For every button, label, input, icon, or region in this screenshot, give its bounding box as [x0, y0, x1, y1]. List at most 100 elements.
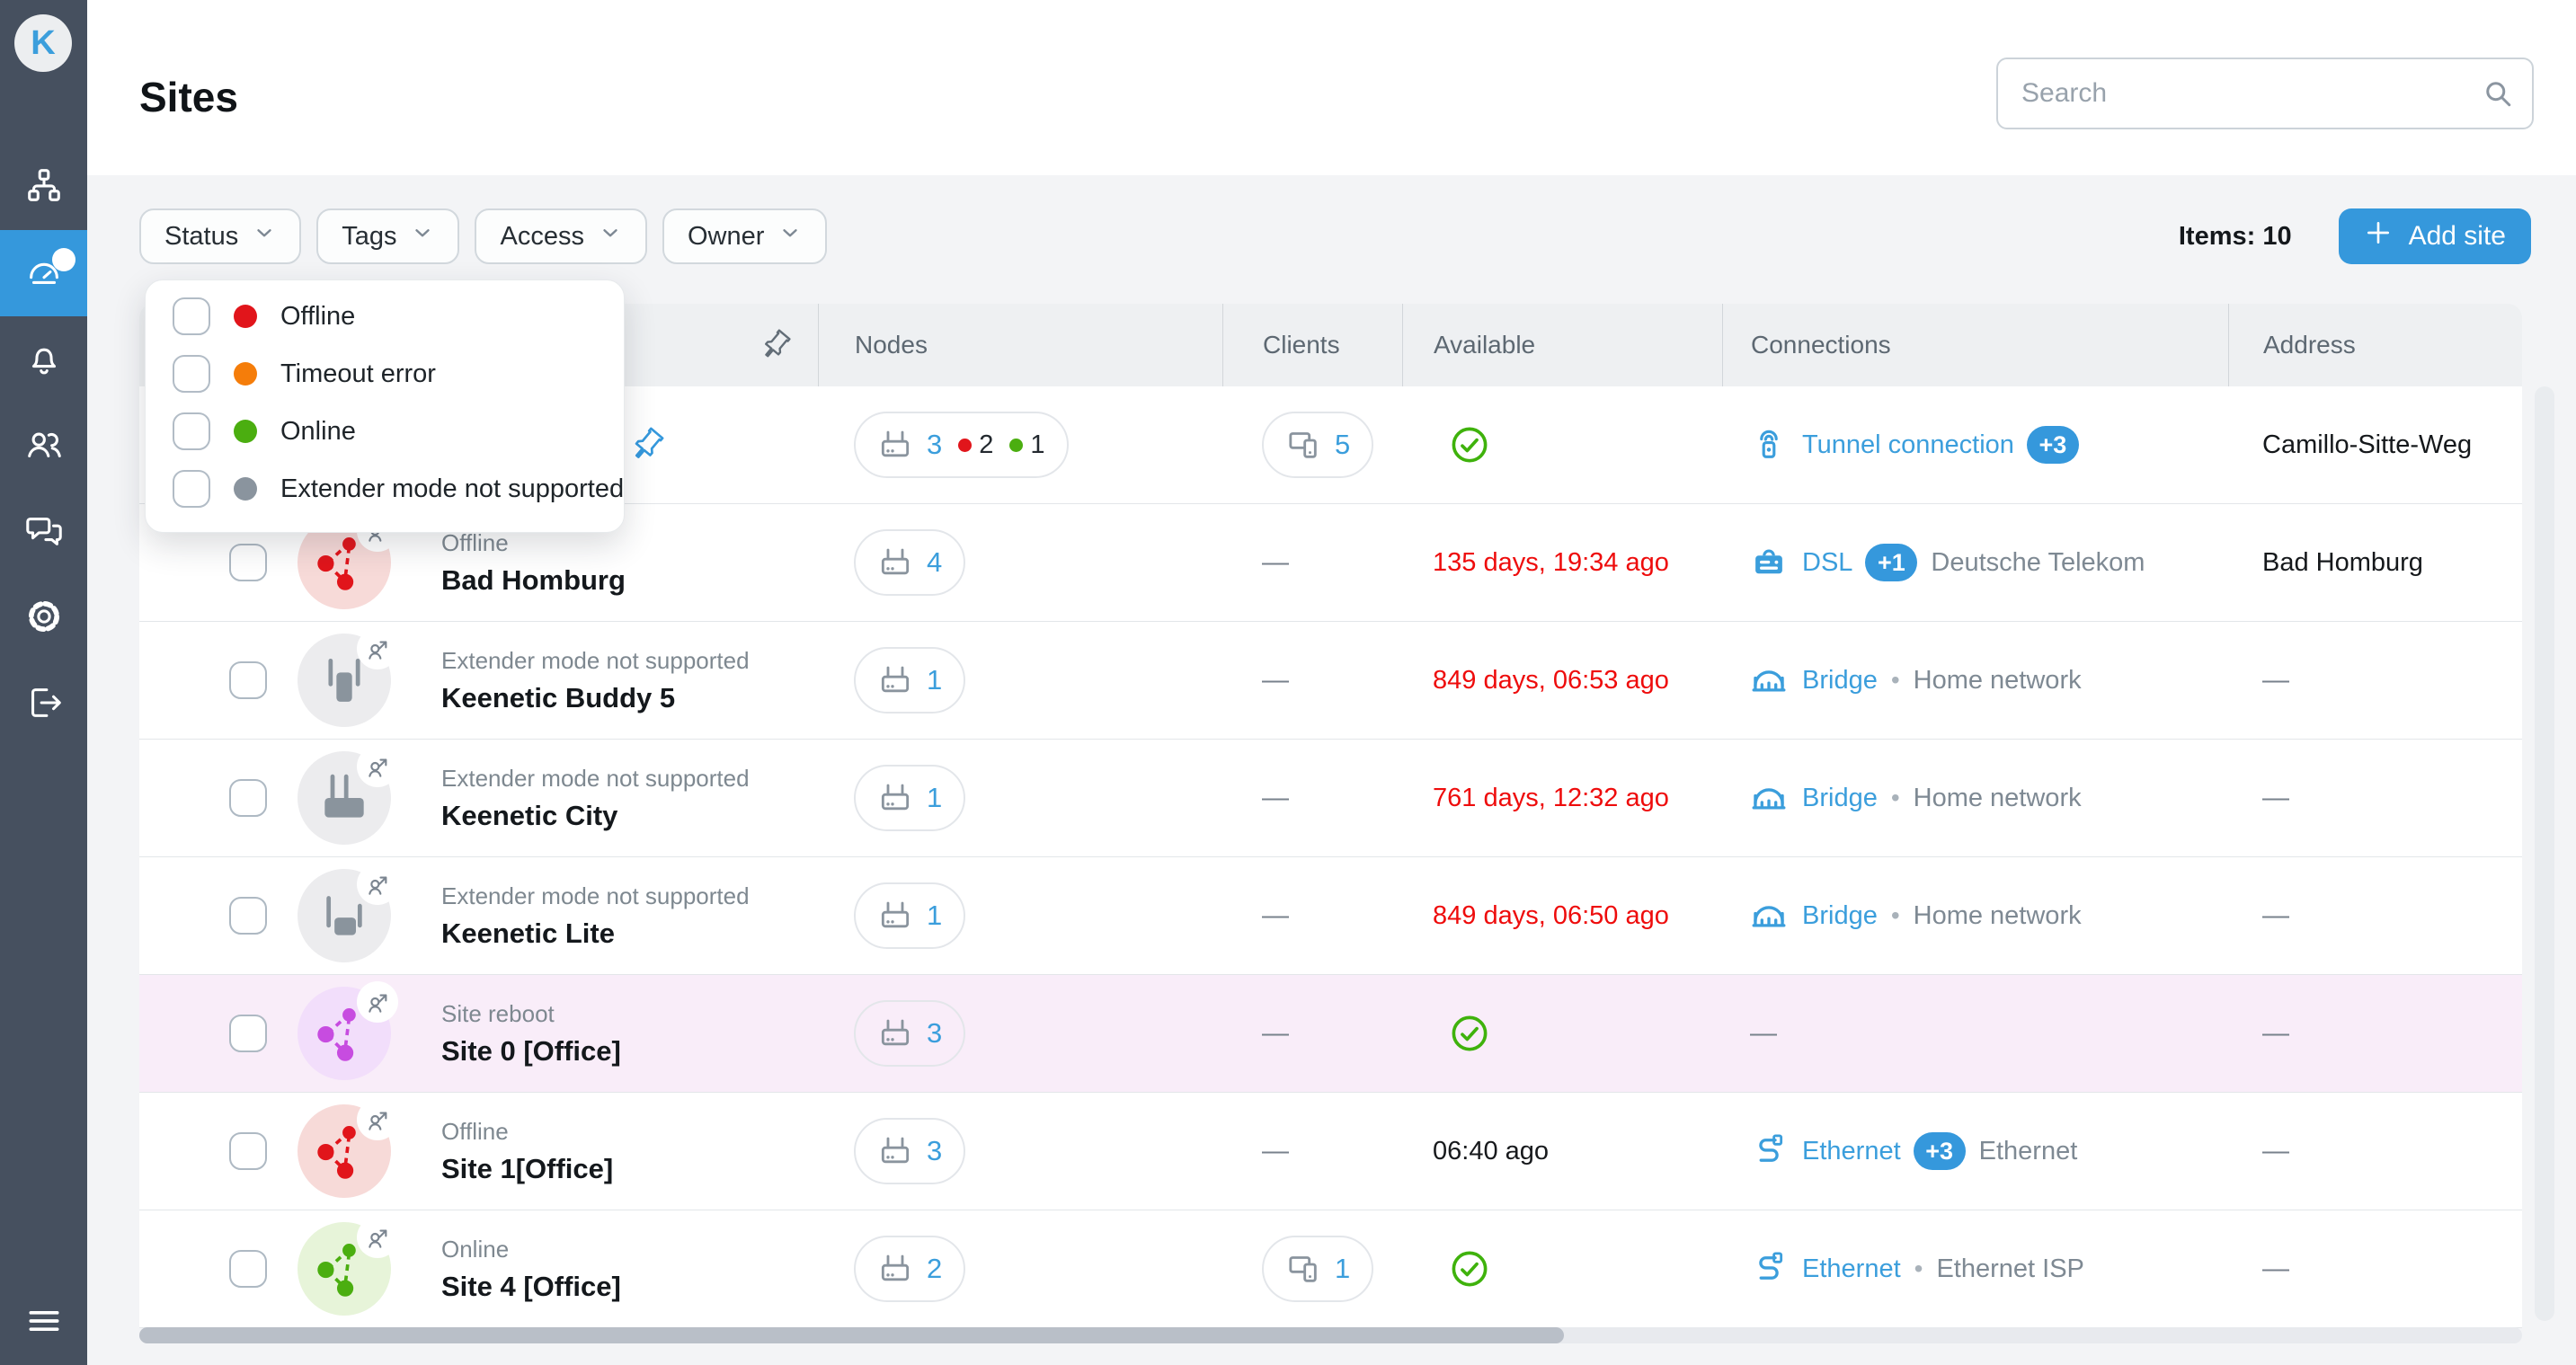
site-status: Online	[441, 1236, 621, 1263]
site-name: Site 1[Office]	[441, 1153, 613, 1185]
header-cell-nodes[interactable]: Nodes	[818, 304, 1222, 386]
table-row[interactable]: Extender mode not supportedKeenetic Budd…	[139, 622, 2522, 740]
site-status: Offline	[441, 529, 626, 557]
empty-value: —	[2262, 900, 2289, 931]
empty-value: —	[1262, 900, 1289, 931]
site-name: Bad Homburg	[441, 564, 626, 597]
header-cell-address[interactable]: Address	[2228, 304, 2522, 386]
sidebar: K	[0, 0, 87, 1365]
sidebar-item-dashboard[interactable]	[0, 230, 87, 316]
filter-tags-label: Tags	[342, 222, 396, 252]
horizontal-scrollbar	[139, 1327, 2522, 1343]
filter-access[interactable]: Access	[475, 208, 646, 264]
table-row[interactable]: Extender mode not supportedKeenetic City…	[139, 740, 2522, 857]
row-checkbox[interactable]	[229, 779, 267, 817]
option-checkbox[interactable]	[173, 355, 210, 393]
status-option-label: Extender mode not supported	[280, 474, 624, 504]
horizontal-scrollbar-thumb[interactable]	[139, 1327, 1564, 1343]
bridge-icon	[1750, 661, 1788, 699]
available-text: 849 days, 06:50 ago	[1433, 901, 1669, 931]
sidebar-item-sites[interactable]	[0, 144, 87, 230]
sidebar-item-notifications[interactable]	[0, 316, 87, 403]
row-checkbox[interactable]	[229, 1250, 267, 1288]
connection-link[interactable]: Ethernet	[1802, 1137, 1901, 1166]
connection-secondary: Ethernet	[1979, 1137, 2078, 1166]
router-icon	[877, 1015, 913, 1051]
vertical-scrollbar[interactable]	[2535, 386, 2554, 1321]
connection-more-badge[interactable]: +3	[2027, 426, 2079, 464]
connection-secondary: Ethernet ISP	[1936, 1254, 2083, 1284]
nodes-total: 1	[927, 782, 942, 814]
sidebar-item-users[interactable]	[0, 403, 87, 489]
sidebar-item-logout[interactable]	[0, 661, 87, 748]
nodes-pill: 1	[854, 647, 965, 714]
router-icon	[877, 662, 913, 698]
table-row[interactable]: Site rebootSite 0 [Office]3———	[139, 975, 2522, 1093]
ethernet-icon	[1750, 1132, 1788, 1170]
clients-count: 1	[1335, 1253, 1350, 1285]
menu-button[interactable]	[0, 1293, 87, 1352]
connection-link[interactable]: Bridge	[1802, 784, 1878, 813]
connection-link[interactable]: Bridge	[1802, 901, 1878, 931]
items-count: Items: 10	[2179, 222, 2292, 252]
site-status: Extender mode not supported	[441, 765, 750, 793]
app-logo[interactable]: K	[14, 14, 72, 72]
connection-link[interactable]: DSL	[1802, 548, 1852, 578]
connection-link[interactable]: Tunnel connection	[1802, 430, 2014, 460]
status-option[interactable]: Extender mode not supported	[146, 460, 624, 518]
option-checkbox[interactable]	[173, 412, 210, 450]
connection-link[interactable]: Ethernet	[1802, 1254, 1901, 1284]
dot-separator: •	[1891, 784, 1900, 812]
connection-more-badge[interactable]: +3	[1914, 1132, 1966, 1170]
nodes-total: 2	[927, 1253, 942, 1285]
connection-secondary: Home network	[1914, 666, 2082, 696]
router-icon	[877, 427, 913, 463]
chat-icon	[23, 510, 65, 555]
header-cell-clients[interactable]: Clients	[1222, 304, 1402, 386]
table-row[interactable]: OfflineSite 1[Office]3—06:40 agoEthernet…	[139, 1093, 2522, 1210]
table-row[interactable]: Extender mode not supportedKeenetic Lite…	[139, 857, 2522, 975]
router-icon	[877, 545, 913, 581]
search-input[interactable]	[1996, 58, 2534, 129]
row-checkbox[interactable]	[229, 1132, 267, 1170]
chevron-down-icon	[584, 221, 622, 252]
status-option[interactable]: Online	[146, 403, 624, 460]
add-site-button[interactable]: Add site	[2339, 208, 2531, 264]
connection-more-badge[interactable]: +1	[1865, 544, 1917, 581]
clients-count: 5	[1335, 429, 1350, 461]
offline-dot	[958, 439, 972, 452]
nodes-pill: 1	[854, 882, 965, 949]
sidebar-item-chat[interactable]	[0, 489, 87, 575]
status-option[interactable]: Offline	[146, 288, 624, 345]
row-checkbox[interactable]	[229, 897, 267, 935]
row-checkbox[interactable]	[229, 544, 267, 581]
option-checkbox[interactable]	[173, 470, 210, 508]
option-checkbox[interactable]	[173, 297, 210, 335]
filter-status[interactable]: Status	[139, 208, 301, 264]
router-icon	[877, 898, 913, 934]
nodes-total: 3	[927, 429, 942, 461]
site-name: Site 0 [Office]	[441, 1035, 621, 1068]
shared-site-icon	[357, 864, 398, 905]
empty-value: —	[1262, 1136, 1289, 1166]
nodes-total: 3	[927, 1135, 942, 1167]
filter-owner[interactable]: Owner	[662, 208, 827, 264]
clients-icon	[1285, 1251, 1321, 1287]
row-checkbox[interactable]	[229, 1015, 267, 1052]
connection-secondary: Home network	[1914, 784, 2082, 813]
header-cell-available[interactable]: Available	[1402, 304, 1722, 386]
status-option[interactable]: Timeout error	[146, 345, 624, 403]
connection-secondary: Home network	[1914, 901, 2082, 931]
filter-tags[interactable]: Tags	[316, 208, 459, 264]
empty-value: —	[2262, 1254, 2289, 1284]
table-row[interactable]: OnlineSite 4 [Office]21Ethernet•Ethernet…	[139, 1210, 2522, 1328]
row-checkbox[interactable]	[229, 661, 267, 699]
shared-site-icon	[357, 628, 398, 669]
header-cell-connections[interactable]: Connections	[1722, 304, 2228, 386]
sidebar-item-settings[interactable]	[0, 575, 87, 661]
connection-link[interactable]: Bridge	[1802, 666, 1878, 696]
status-filter-dropdown: OfflineTimeout errorOnline Extender mode …	[145, 279, 625, 533]
filter-owner-label: Owner	[688, 222, 764, 252]
shared-site-icon	[357, 981, 398, 1023]
pinned-icon[interactable]	[622, 420, 672, 470]
